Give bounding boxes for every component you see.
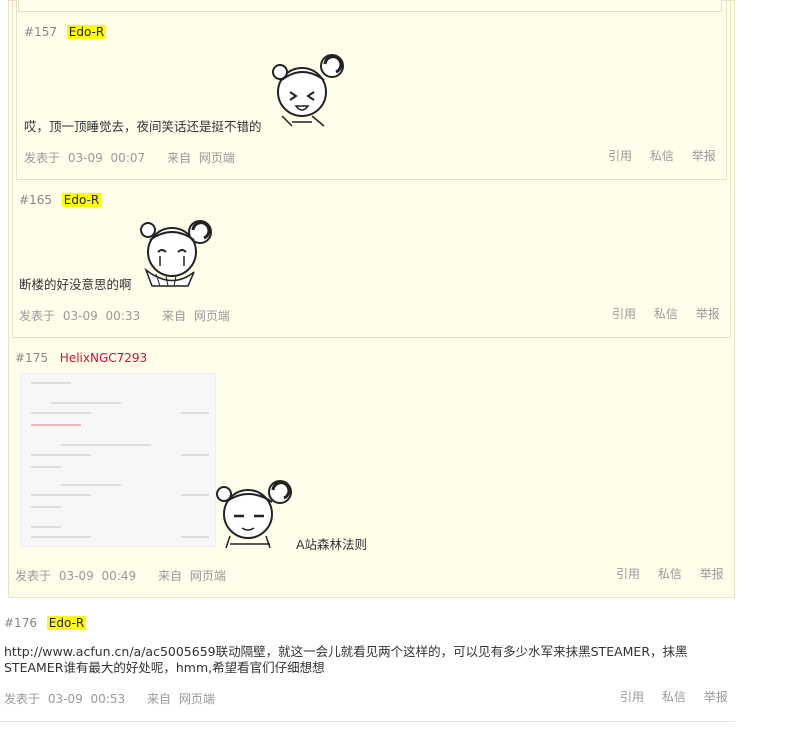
quote-button[interactable]: 引用 <box>620 688 644 705</box>
post-meta: 发表于 03-09 00:49 来自 网页端 <box>15 567 226 584</box>
meta-date: 03-09 <box>47 692 83 706</box>
post-actions: 引用 私信 举报 <box>606 688 728 705</box>
meta-source: 网页端 <box>198 151 235 165</box>
emoji-sticker-laughing <box>272 54 344 127</box>
meta-source: 网页端 <box>193 309 230 323</box>
post-meta: 发表于 03-09 00:07 来自 网页端 <box>24 149 235 166</box>
message-button[interactable]: 私信 <box>658 565 682 582</box>
meta-label: 发表于 <box>19 309 56 323</box>
report-button[interactable]: 举报 <box>700 565 724 582</box>
meta-label: 发表于 <box>24 151 61 165</box>
meta-source: 网页端 <box>178 692 215 706</box>
post-actions: 引用 私信 举报 <box>602 565 724 582</box>
post-divider <box>0 721 735 722</box>
meta-from-label: 来自 <box>157 569 182 583</box>
report-button[interactable]: 举报 <box>692 147 716 164</box>
quote-box-innermost <box>18 0 722 12</box>
floor-number: #176 <box>4 616 37 630</box>
report-button[interactable]: 举报 <box>696 305 720 322</box>
floor-number: #175 <box>15 351 48 365</box>
username-link[interactable]: Edo-R <box>66 25 107 39</box>
post-floor: #165 Edo-R <box>19 193 102 207</box>
meta-label: 发表于 <box>15 569 52 583</box>
post-floor: #175 HelixNGC7293 <box>15 351 149 365</box>
quote-button[interactable]: 引用 <box>608 147 632 164</box>
quote-button[interactable]: 引用 <box>612 305 636 322</box>
post-meta: 发表于 03-09 00:53 来自 网页端 <box>4 690 215 707</box>
meta-from-label: 来自 <box>146 692 171 706</box>
post-actions: 引用 私信 举报 <box>598 305 720 322</box>
post-floor: #157 Edo-R <box>24 25 107 39</box>
username-link[interactable]: HelixNGC7293 <box>58 351 149 365</box>
quote-button[interactable]: 引用 <box>616 565 640 582</box>
meta-time: 00:07 <box>110 151 146 165</box>
emoji-sticker-crying <box>140 220 212 287</box>
post-actions: 引用 私信 举报 <box>594 147 716 164</box>
message-button[interactable]: 私信 <box>650 147 674 164</box>
username-link[interactable]: Edo-R <box>61 193 102 207</box>
meta-date: 03-09 <box>67 151 103 165</box>
post-text: 断楼的好没意思的啊 <box>19 277 132 292</box>
emoji-sticker-smug <box>216 480 292 548</box>
username-link[interactable]: Edo-R <box>46 616 87 630</box>
meta-source: 网页端 <box>189 569 226 583</box>
post-meta: 发表于 03-09 00:33 来自 网页端 <box>19 307 230 324</box>
report-button[interactable]: 举报 <box>704 688 728 705</box>
message-button[interactable]: 私信 <box>662 688 686 705</box>
meta-label: 发表于 <box>4 692 41 706</box>
floor-number: #165 <box>19 193 52 207</box>
meta-from-label: 来自 <box>166 151 191 165</box>
post-text: 哎，顶一顶睡觉去，夜间笑话还是挺不错的 <box>24 119 262 134</box>
floor-number: #157 <box>24 25 57 39</box>
post-text-line-2: STEAMER谁有最大的好处呢，hmm,希望看官们仔细想想 <box>4 660 325 675</box>
meta-from-label: 来自 <box>161 309 186 323</box>
post-text: A站森林法则 <box>296 537 368 552</box>
meta-time: 00:33 <box>105 309 141 323</box>
message-button[interactable]: 私信 <box>654 305 678 322</box>
meta-date: 03-09 <box>62 309 98 323</box>
meta-date: 03-09 <box>58 569 94 583</box>
post-floor: #176 Edo-R <box>4 616 87 630</box>
screenshot-image <box>20 373 216 547</box>
meta-time: 00:53 <box>90 692 126 706</box>
meta-time: 00:49 <box>101 569 137 583</box>
